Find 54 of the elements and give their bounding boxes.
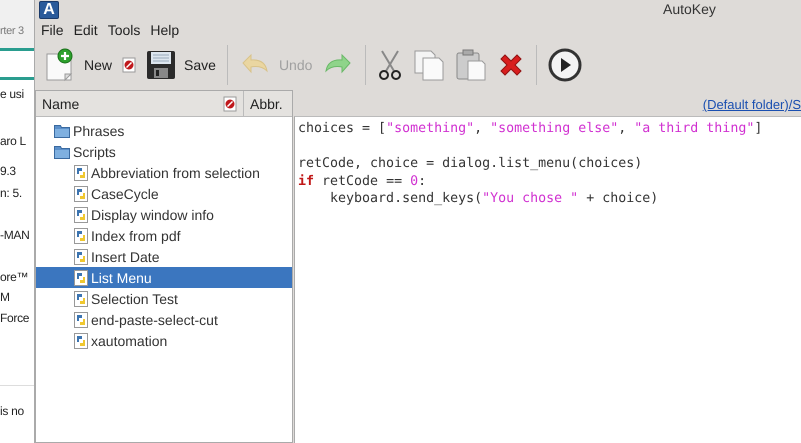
tree-item[interactable]: List Menu [36, 267, 292, 288]
folder-icon [54, 124, 70, 138]
tree-item[interactable]: xautomation [36, 330, 292, 351]
python-script-icon [74, 248, 88, 264]
tree-item[interactable]: CaseCycle [36, 183, 292, 204]
background-page-text: is no [0, 404, 24, 418]
background-page-text: n: 5. [0, 186, 22, 200]
tree-item[interactable]: end-paste-select-cut [36, 309, 292, 330]
background-page-text: M [0, 290, 10, 304]
python-script-icon [74, 312, 88, 328]
background-page-text: Force [0, 311, 30, 325]
tree-item[interactable]: Scripts [36, 141, 292, 162]
copy-pages-icon [413, 49, 446, 81]
menu-item[interactable]: Edit [70, 22, 102, 38]
tree-item[interactable]: Selection Test [36, 288, 292, 309]
python-script-icon [74, 290, 88, 306]
scissors-icon [377, 49, 404, 81]
app-logo-icon: A [39, 1, 59, 19]
column-header[interactable]: Name [42, 96, 80, 112]
stop-sign-icon [122, 57, 136, 73]
code-line: retCode, choice = dialog.list_menu(choices) [298, 155, 644, 173]
code-editor[interactable]: choices = ["something", "something else", "a third thing"] retCode, choice = dialog.list_menu(choices) if retCode == 0: keyboard.send_keys("You chose " + choice) [294, 116, 801, 443]
background-page-text: rter 3 [0, 25, 24, 37]
play-icon [548, 48, 582, 82]
python-script-icon [74, 332, 88, 348]
tree-item[interactable]: Abbreviation from selection [36, 162, 292, 183]
background-page-text: aro L [0, 134, 26, 148]
python-script-icon [74, 228, 88, 244]
background-page-text: -MAN [0, 228, 30, 242]
python-script-icon [74, 164, 88, 180]
clipboard-icon [455, 49, 488, 81]
folder-path-link[interactable]: (Default folder)/S [702, 97, 801, 116]
tree-item[interactable]: Insert Date [36, 246, 292, 267]
tree-item[interactable]: Index from pdf [36, 225, 292, 246]
menu-item[interactable]: File [37, 22, 68, 38]
new-button[interactable]: New [41, 46, 116, 84]
background-page-text: 9.3 [0, 164, 16, 178]
python-script-icon [74, 186, 88, 202]
code-line: keyboard.send_keys("You chose " + choice) [329, 190, 660, 208]
save-button[interactable]: Save [143, 48, 219, 82]
menu-item[interactable]: Help [146, 22, 184, 38]
background-page-text: e usi [0, 87, 24, 101]
stop-sign-icon [223, 96, 237, 112]
code-line: choices = ["something", "something else", "a third thing"] [298, 120, 764, 138]
folder-icon [54, 144, 70, 158]
python-script-icon [74, 270, 88, 286]
menu-item[interactable]: Tools [104, 22, 144, 38]
window-title: AutoKey [663, 1, 716, 17]
python-script-icon [74, 206, 88, 222]
tree-item[interactable]: Phrases [36, 120, 292, 141]
column-header[interactable]: Abbr. [244, 96, 292, 112]
background-page-text: ore™ [0, 270, 28, 284]
code-line: if retCode == 0: [298, 172, 428, 190]
tree-item[interactable]: Display window info [36, 204, 292, 225]
